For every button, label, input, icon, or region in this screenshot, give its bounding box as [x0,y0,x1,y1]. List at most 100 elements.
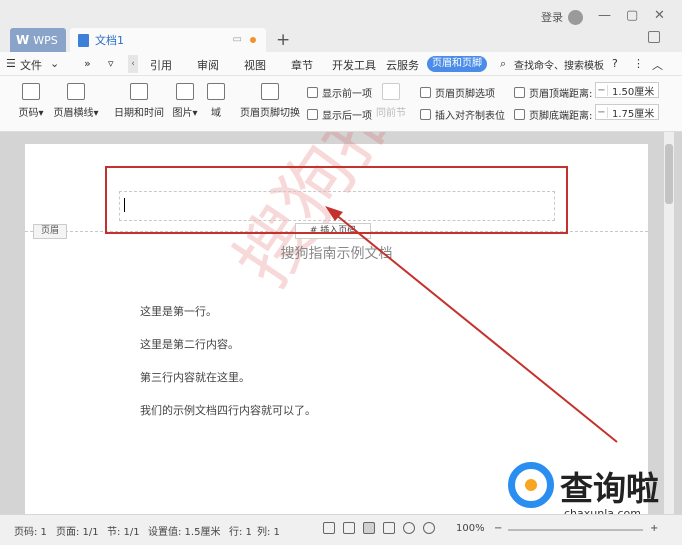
status-setting: 设置值: 1.5厘米 [148,527,221,538]
minimize-icon[interactable]: — [598,8,611,23]
show-next-button[interactable]: 显示后一项 [307,107,372,122]
sidebar-toggle-icon[interactable] [648,31,660,43]
chaxunla-logo-icon [508,462,554,508]
hf-options-label: 页眉页脚选项 [435,89,495,100]
decrement-icon[interactable]: − [596,84,608,96]
collapse-ribbon-icon[interactable]: ︿ [652,57,663,73]
scrollbar-thumb[interactable] [665,144,673,204]
menu-references[interactable]: 引用 [150,57,172,73]
header-top-label: 页眉顶端距离: [529,89,593,100]
field-icon [207,83,225,100]
zoom-slider[interactable] [508,529,643,531]
insert-tab-label: 插入对齐制表位 [435,111,505,122]
screen-icon[interactable]: ▭ [233,34,242,45]
status-section: 节: 1/1 [107,527,140,538]
switch-label: 页眉页脚切换 [240,108,300,119]
zoom-level[interactable]: 100% [456,523,485,534]
show-prev-label: 显示前一项 [322,89,372,100]
document-icon [78,33,89,47]
login-label: 登录 [541,11,563,24]
status-row: 行: 1 [229,527,252,538]
tab-wps[interactable]: W WPS [10,28,66,52]
show-prev-button[interactable]: 显示前一项 [307,85,372,100]
footer-bottom-value: 1.75厘米 [612,108,655,120]
header-distance-icon [514,87,525,98]
search-command[interactable]: 查找命令、搜索模板 [514,57,604,72]
chevron-down-icon[interactable]: ⌄ [50,57,59,70]
date-time-button[interactable]: 日期和时间 [113,83,165,119]
status-pages: 页面: 1/1 [56,527,99,538]
same-as-prev-button[interactable]: 同前节 [376,83,406,119]
field-label: 域 [211,108,221,119]
brand-name: 查询啦 [560,469,659,508]
insert-tab-stop-button[interactable]: 插入对齐制表位 [420,107,505,122]
document-page[interactable]: 搜狗指南 页眉 # 插入页码 搜狗指南示例文档 这里是第一行。 这里是第二行内容… [25,132,648,514]
header-line-icon [67,83,85,100]
same-as-prev-icon [382,83,400,100]
menu-bar: ☰ 文件 ⌄ » ▿ ‹ 引用 审阅 视图 章节 开发工具 云服务 页眉和页脚 … [0,52,682,76]
status-bar: 页码: 1 页面: 1/1 节: 1/1 设置值: 1.5厘米 行: 1 列: … [0,514,682,545]
footer-bottom-distance-label: 页脚底端距离: [514,107,592,122]
hf-options-button[interactable]: 页眉页脚选项 [420,85,495,100]
web-view-icon[interactable] [403,522,415,534]
picture-button[interactable]: 图片▾ [170,83,200,119]
new-tab-button[interactable]: + [276,30,290,50]
ribbon: 页码▾ 页眉横线▾ 日期和时间 图片▾ 域 页眉页脚切换 显示前一项 显示后一项… [0,76,682,132]
header-footer-switch-button[interactable]: 页眉页脚切换 [240,83,300,119]
switch-icon [261,83,279,100]
menu-view[interactable]: 视图 [244,57,266,73]
page-number-icon [22,83,40,100]
avatar-icon [568,9,583,25]
fullscreen-icon[interactable] [323,522,335,534]
tab-wps-label: WPS [33,33,58,47]
wps-logo-icon: W [16,33,30,47]
unsaved-dot-icon [250,37,256,43]
picture-icon [176,83,194,100]
footer-bottom-label: 页脚底端距离: [529,111,593,122]
show-next-label: 显示后一项 [322,111,372,122]
zoom-in-icon[interactable]: + [650,523,658,534]
header-line-button[interactable]: 页眉横线▾ [52,83,100,119]
help-icon[interactable]: ? [612,57,618,70]
same-as-prev-label: 同前节 [376,108,406,119]
login-button[interactable]: 登录 [541,9,583,25]
header-top-distance-input[interactable]: − 1.50厘米 [595,82,659,98]
footer-bottom-distance-input[interactable]: − 1.75厘米 [595,104,659,120]
menu-chapter[interactable]: 章节 [291,57,313,73]
more-options-icon[interactable]: ⋮ [633,57,644,70]
footer-distance-icon [514,109,525,120]
outline-view-icon[interactable] [383,522,395,534]
tab-document[interactable]: 文档1 ▭ [70,28,266,52]
header-top-value: 1.50厘米 [612,86,655,98]
menu-developer[interactable]: 开发工具 [332,57,376,73]
menu-cloud[interactable]: 云服务 [386,57,419,73]
hamburger-icon[interactable]: ☰ [6,57,16,70]
eye-protection-icon[interactable] [423,522,435,534]
search-icon[interactable]: ⌕ [500,57,506,71]
tab-header-footer[interactable]: 页眉和页脚 [427,56,487,72]
menu-file[interactable]: 文件 [20,57,42,73]
vertical-scrollbar[interactable] [664,132,674,514]
zoom-out-icon[interactable]: − [494,523,502,534]
tab-document-label: 文档1 [95,34,124,47]
status-col: 列: 1 [257,527,280,538]
more-icon[interactable]: » [84,57,91,70]
tab-stop-icon [420,109,431,120]
date-time-label: 日期和时间 [114,108,164,119]
hf-options-icon [420,87,431,98]
page-number-label: 页码 [18,108,39,119]
title-bar: W WPS 文档1 ▭ + 登录 — ▢ ✕ [0,0,682,52]
maximize-icon[interactable]: ▢ [626,8,638,23]
close-icon[interactable]: ✕ [654,8,665,23]
page-view-icon[interactable] [363,522,375,534]
picture-label: 图片 [172,108,193,119]
read-mode-icon[interactable] [343,522,355,534]
header-top-distance-label: 页眉顶端距离: [514,85,592,100]
scroll-left-icon[interactable]: ‹ [128,55,138,73]
field-button[interactable]: 域 [205,83,227,119]
page-number-button[interactable]: 页码▾ [14,83,48,119]
decrement-icon[interactable]: − [596,106,608,118]
dropdown-icon[interactable]: ▿ [108,57,114,70]
calendar-icon [130,83,148,100]
menu-review[interactable]: 审阅 [197,57,219,73]
